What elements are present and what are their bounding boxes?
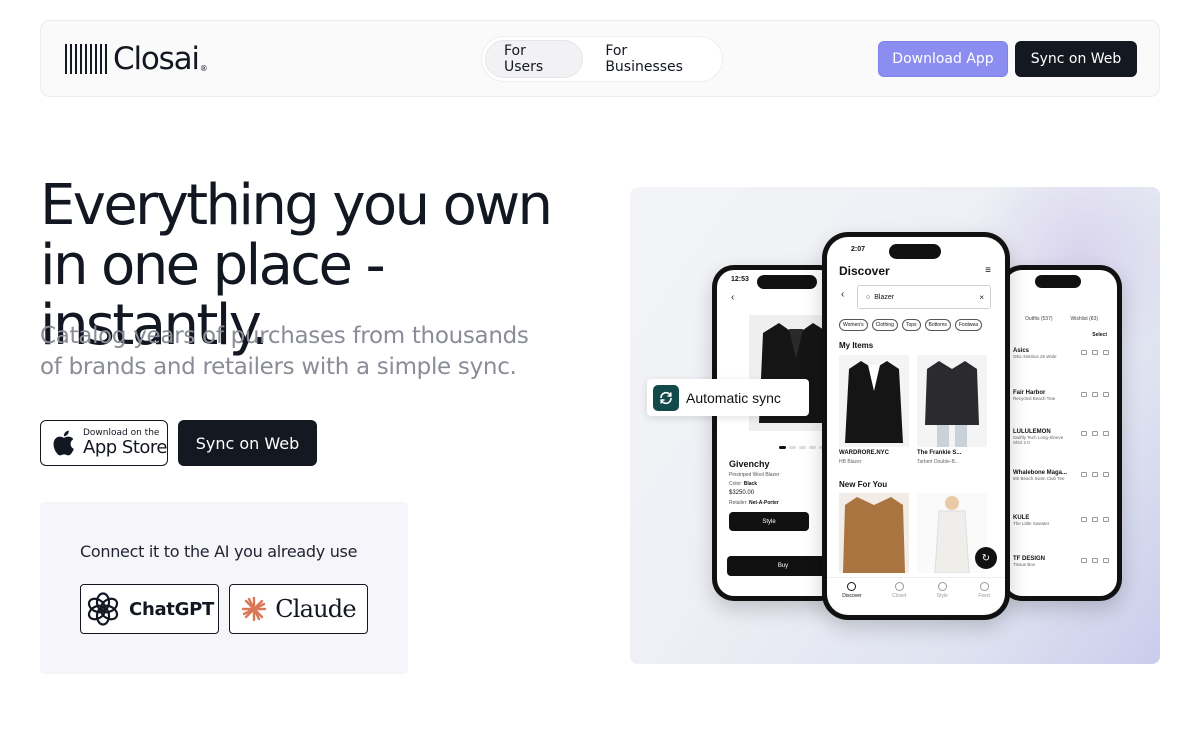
tab-discover[interactable]: Discover	[842, 582, 862, 615]
claude-button[interactable]: Claude	[229, 584, 368, 634]
back-arrow-icon[interactable]: ‹	[841, 289, 844, 300]
chip-clothing[interactable]: Clothing	[871, 319, 898, 331]
blazer-image	[925, 361, 979, 447]
product-name: Pinstriped Wool Blazer	[729, 472, 780, 478]
search-icon: ○	[866, 293, 871, 301]
tab-closet[interactable]: Closet	[892, 582, 906, 615]
logo-bars-icon	[65, 44, 107, 74]
chip-womens[interactable]: Women's	[839, 319, 868, 331]
ai-connect-card: Connect it to the AI you already use Cha…	[40, 502, 408, 674]
claude-label: Claude	[275, 595, 356, 623]
openai-icon	[87, 592, 119, 626]
automatic-sync-badge: Automatic sync	[647, 379, 809, 416]
download-app-button[interactable]: Download App	[878, 41, 1008, 77]
carousel-dots	[779, 446, 826, 449]
sync-on-web-hero-button[interactable]: Sync on Web	[178, 420, 317, 466]
product-retailer: Net-A-Porter	[749, 500, 779, 506]
for-businesses-tab[interactable]: For Businesses	[587, 40, 719, 78]
back-arrow-icon: ‹	[731, 292, 735, 303]
list-item[interactable]: KULE The Little Sweater	[1013, 515, 1113, 545]
list-item[interactable]: TF DESIGN Tissue Box	[1013, 556, 1113, 586]
list-item[interactable]: Whalebone Maga... 6th Beach Swim Club Te…	[1013, 470, 1113, 500]
buy-button[interactable]: Buy	[727, 556, 837, 576]
my-items-heading: My Items	[839, 341, 874, 350]
product-price: $3250.00	[729, 490, 755, 496]
new-for-you-heading: New For You	[839, 480, 888, 489]
list-item[interactable]: Fair Harbor Recycled Beach Tote	[1013, 390, 1113, 420]
sync-icon	[653, 384, 679, 411]
ai-connect-title: Connect it to the AI you already use	[80, 542, 358, 561]
search-input[interactable]: ○ Blazer ×	[857, 285, 991, 309]
blazer-image	[845, 361, 903, 443]
clear-icon[interactable]: ×	[979, 293, 984, 302]
wishlist-tab[interactable]: Wishlist (83)	[1071, 316, 1099, 322]
tab-feed[interactable]: Feed	[978, 582, 990, 615]
list-item[interactable]: LULULEMON Swiftly Tech Long-Sleeve Shirt…	[1013, 429, 1113, 459]
app-preview-visual: 12:53 ‹ Givenchy Pinstriped Wool Blazer …	[630, 187, 1160, 664]
appstore-big-text: App Store	[83, 437, 167, 458]
top-nav: Closai ® For Users For Businesses Downlo…	[40, 20, 1160, 97]
closai-logo[interactable]: Closai ®	[65, 43, 208, 75]
discover-title: Discover	[839, 264, 890, 278]
style-button[interactable]: Style	[729, 512, 809, 531]
for-users-tab[interactable]: For Users	[485, 40, 584, 78]
list-item[interactable]: WARDRORE.NYC HB Blazer	[839, 355, 909, 471]
automatic-sync-label: Automatic sync	[686, 389, 781, 406]
phone-discover: 2:07 Discover ≡ ‹ ○ Blazer × Women's Clo…	[822, 232, 1010, 620]
list-item[interactable]: Asics GEL-Nimbus 26 Wide	[1013, 348, 1113, 378]
outfits-tab[interactable]: Outfits (537)	[1025, 316, 1053, 322]
chatgpt-label: ChatGPT	[129, 598, 214, 620]
select-link[interactable]: Select	[1092, 332, 1107, 338]
phone-closet-list: Outfits (537) Wishlist (83) Select Asics…	[1000, 265, 1122, 601]
sync-fab-icon[interactable]: ↻	[975, 547, 997, 569]
chip-bottoms[interactable]: Bottoms	[924, 319, 951, 331]
chip-footwear[interactable]: Footwea	[954, 319, 983, 331]
hero-subtitle: Catalog years of purchases from thousand…	[40, 323, 529, 380]
coat-image[interactable]	[839, 493, 909, 573]
closet-tabs: Outfits (537) Wishlist (83)	[1025, 316, 1098, 322]
product-brand: Givenchy	[729, 459, 770, 469]
registered-mark: ®	[199, 64, 208, 73]
filter-chips: Women's Clothing Tops Bottoms Footwea	[839, 319, 983, 331]
status-time: 12:53	[731, 276, 749, 283]
apple-icon	[53, 430, 74, 456]
audience-toggle: For Users For Businesses	[481, 36, 723, 82]
menu-icon[interactable]: ≡	[985, 265, 991, 276]
tab-style[interactable]: Style	[937, 582, 948, 615]
status-time: 2:07	[851, 246, 866, 253]
claude-spark-icon	[242, 596, 267, 622]
chatgpt-button[interactable]: ChatGPT	[80, 584, 219, 634]
sync-on-web-nav-button[interactable]: Sync on Web	[1015, 41, 1137, 77]
logo-wordmark: Closai	[113, 40, 200, 77]
app-store-button[interactable]: Download on the App Store	[40, 420, 168, 466]
list-item[interactable]: The Frankie S... Tarbert Double-B...	[917, 355, 987, 471]
bottom-tab-bar: Discover Closet Style Feed	[827, 577, 1005, 615]
chip-tops[interactable]: Tops	[901, 319, 921, 331]
product-color: Black	[743, 481, 758, 487]
